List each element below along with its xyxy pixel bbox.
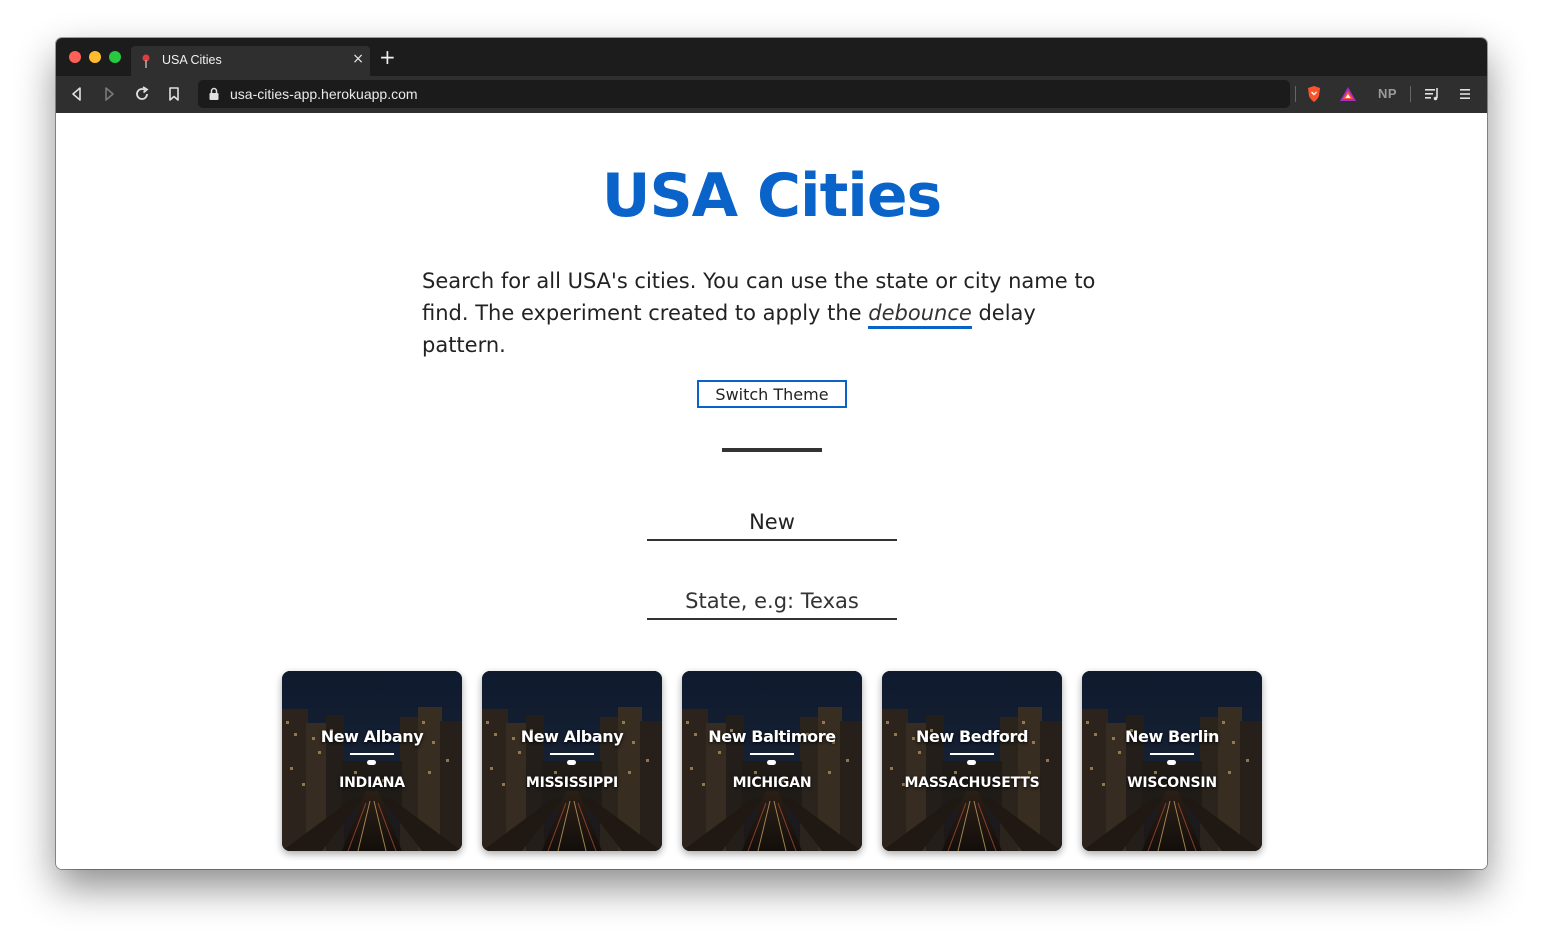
card-state-name: WISCONSIN xyxy=(1127,775,1217,791)
card-city-name: New Bedford xyxy=(916,727,1028,746)
card-city-name: New Albany xyxy=(520,727,624,746)
toolbar-separator xyxy=(1295,86,1296,102)
forward-icon[interactable] xyxy=(100,85,118,103)
tab-bar: USA Cities × + xyxy=(56,38,1487,76)
map-pin-icon xyxy=(142,54,150,68)
card-city-name: New Albany xyxy=(320,727,424,746)
address-bar[interactable]: usa-cities-app.herokuapp.com xyxy=(198,80,1290,108)
close-tab-icon[interactable]: × xyxy=(352,51,364,67)
bookmark-icon[interactable] xyxy=(165,85,183,103)
page-description: Search for all USA's cities. You can use… xyxy=(422,265,1122,361)
new-tab-button[interactable]: + xyxy=(379,47,396,67)
city-card[interactable]: New Albany INDIANA xyxy=(282,671,462,851)
state-search-input[interactable] xyxy=(647,584,897,620)
playlist-icon[interactable] xyxy=(1422,84,1442,104)
city-search-input[interactable] xyxy=(647,505,897,541)
switch-theme-button[interactable]: Switch Theme xyxy=(697,380,847,408)
card-dot xyxy=(767,760,776,765)
card-dot xyxy=(367,760,376,765)
menu-icon[interactable] xyxy=(1455,84,1475,104)
url-text: usa-cities-app.herokuapp.com xyxy=(230,86,418,102)
back-icon[interactable] xyxy=(68,85,86,103)
card-dot xyxy=(567,760,576,765)
debounce-link[interactable]: debounce xyxy=(868,301,972,329)
browser-window: USA Cities × + usa-cities-app.herokuapp.… xyxy=(56,38,1487,869)
page-content: USA Cities Search for all USA's cities. … xyxy=(56,113,1487,869)
city-card[interactable]: New Albany MISSISSIPPI xyxy=(482,671,662,851)
card-city-name: New Baltimore xyxy=(708,727,836,746)
card-divider xyxy=(550,753,594,755)
tab-usa-cities[interactable]: USA Cities × xyxy=(131,46,370,76)
city-card-list: New Albany INDIANA New Albany MISSISSIPP… xyxy=(282,671,1262,851)
card-divider xyxy=(750,753,794,755)
card-dot xyxy=(1167,760,1176,765)
np-extension-icon[interactable]: NP xyxy=(1378,86,1397,101)
card-city-name: New Berlin xyxy=(1125,727,1219,746)
maximize-window-button[interactable] xyxy=(109,51,121,63)
minimize-window-button[interactable] xyxy=(89,51,101,63)
section-divider xyxy=(722,448,822,452)
card-divider xyxy=(1150,753,1194,755)
city-card[interactable]: New Bedford MASSACHUSETTS xyxy=(882,671,1062,851)
brave-rewards-icon[interactable] xyxy=(1338,84,1358,104)
city-card[interactable]: New Baltimore MICHIGAN xyxy=(682,671,862,851)
card-state-name: MASSACHUSETTS xyxy=(904,775,1040,791)
card-divider xyxy=(950,753,994,755)
city-card[interactable]: New Berlin WISCONSIN xyxy=(1082,671,1262,851)
page-title: USA Cities xyxy=(601,161,943,231)
reload-icon[interactable] xyxy=(133,85,151,103)
toolbar-separator xyxy=(1410,86,1411,102)
card-divider xyxy=(350,753,394,755)
browser-toolbar: usa-cities-app.herokuapp.com NP xyxy=(56,76,1487,114)
close-window-button[interactable] xyxy=(69,51,81,63)
card-state-name: MICHIGAN xyxy=(732,775,812,791)
tab-title: USA Cities xyxy=(162,53,222,67)
card-state-name: INDIANA xyxy=(339,775,405,791)
lock-icon xyxy=(209,87,219,100)
card-dot xyxy=(967,760,976,765)
card-state-name: MISSISSIPPI xyxy=(525,775,619,791)
brave-shield-icon[interactable] xyxy=(1304,84,1324,104)
